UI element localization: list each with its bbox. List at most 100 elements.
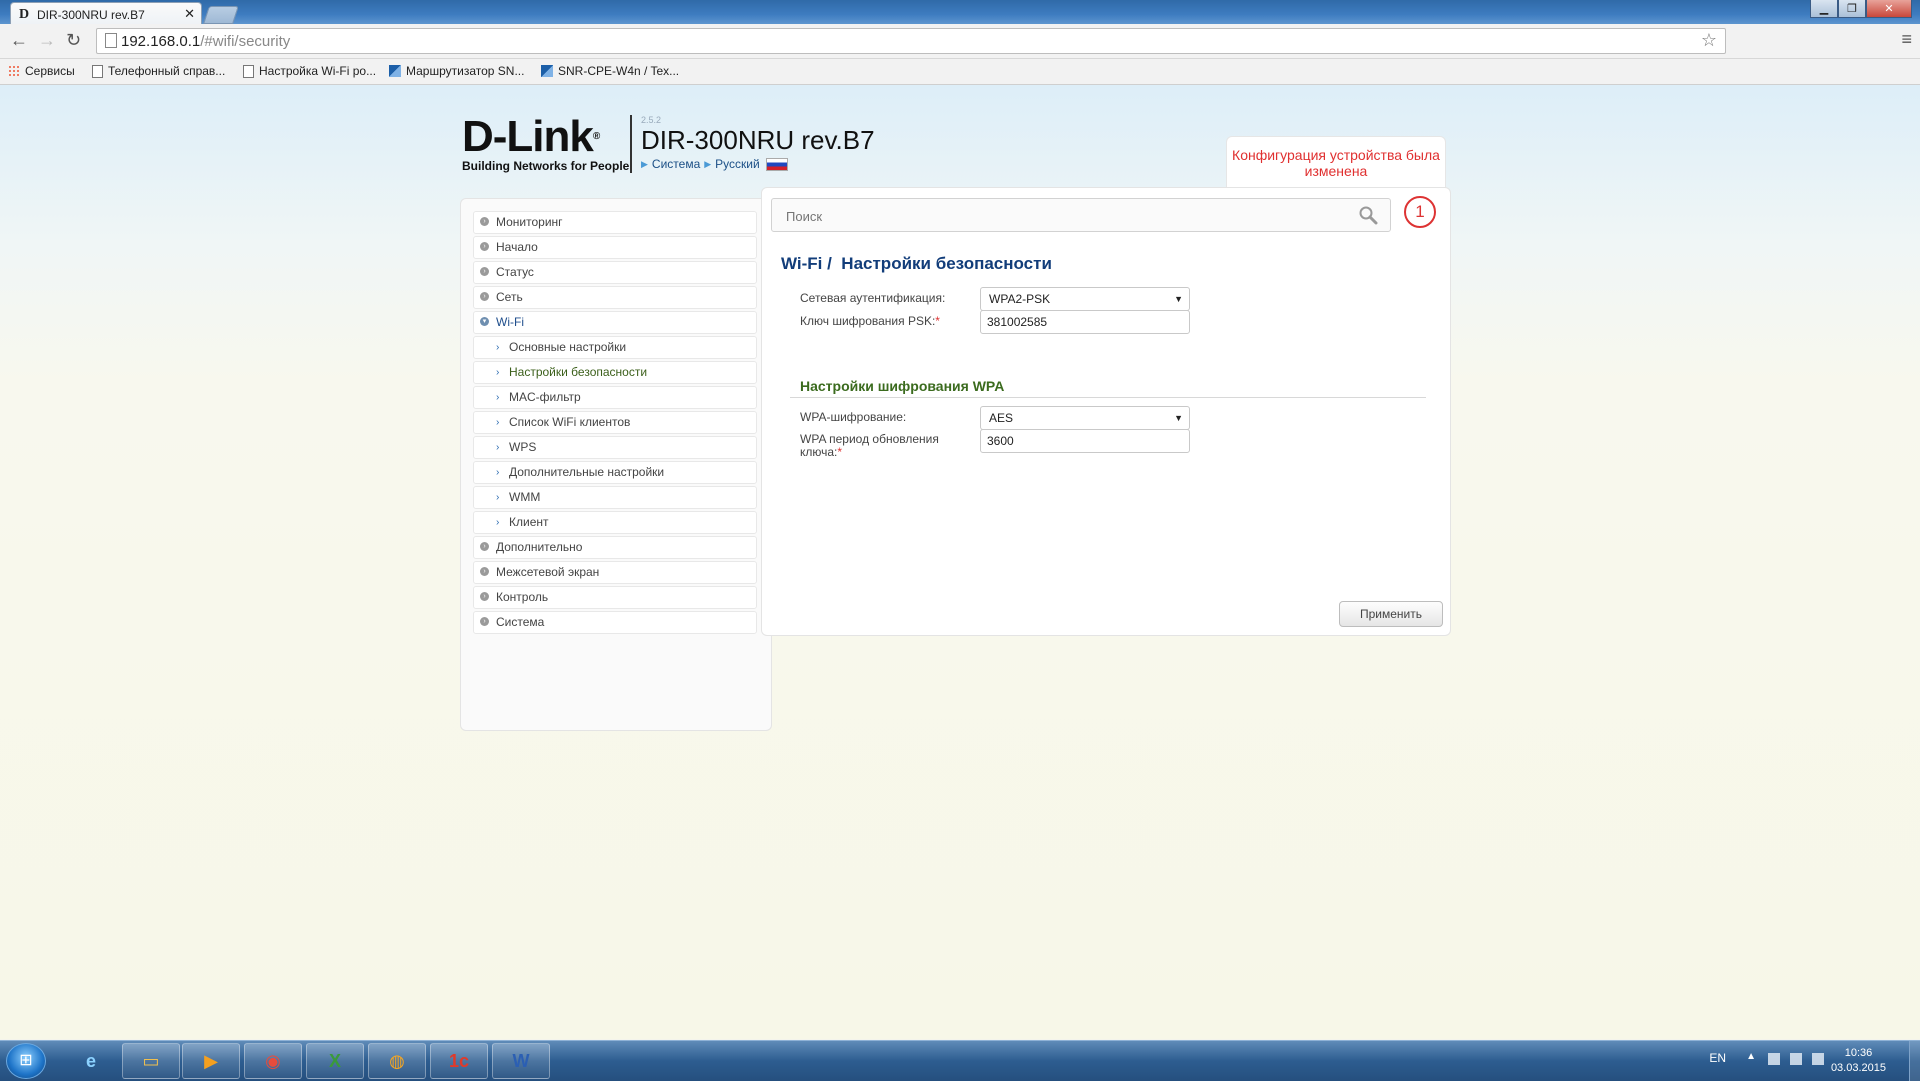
chrome-icon[interactable]: ◉ (244, 1043, 302, 1079)
russian-flag-icon[interactable] (765, 157, 788, 171)
menu-item[interactable]: › Межсетевой экран (473, 561, 757, 584)
header-links: ▶ Система ▶ Русский (641, 157, 875, 171)
auth-label: Сетевая аутентификация: (800, 291, 946, 305)
tab-close-icon[interactable]: ✕ (184, 6, 195, 22)
search-box[interactable] (771, 198, 1391, 233)
submenu-item[interactable]: › WMM (473, 486, 757, 509)
config-changed-notification[interactable]: Конфигурация устройства была изменена (1226, 136, 1446, 188)
menu-item[interactable]: › Статус (473, 261, 757, 284)
chevron-right-icon: › (496, 367, 500, 378)
bookmark-router-snr[interactable]: Маршрутизатор SN... (389, 64, 524, 78)
menu-item[interactable]: ▾ Wi-Fi (473, 311, 757, 334)
menu-item[interactable]: › Система (473, 611, 757, 634)
menu-item[interactable]: › Сеть (473, 286, 757, 309)
maximize-button[interactable]: ❐ (1838, 0, 1866, 18)
bookmark-label: Сервисы (25, 64, 75, 78)
network-icon[interactable] (1790, 1053, 1802, 1065)
menu-item[interactable]: › Контроль (473, 586, 757, 609)
page-title: Wi-Fi / Настройки безопасности (781, 254, 1052, 274)
bookmark-star-icon[interactable]: ☆ (1701, 30, 1717, 51)
tab-title: DIR-300NRU rev.B7 (37, 8, 145, 22)
1c-icon[interactable]: 1c (430, 1043, 488, 1079)
dropdown-arrow-icon: ▼ (1174, 413, 1183, 423)
page-icon (105, 33, 117, 48)
reload-icon[interactable]: ↻ (66, 30, 81, 51)
explorer-icon[interactable]: ▭ (122, 1043, 180, 1079)
wpa-encryption-value: AES (989, 411, 1014, 425)
excel-icon[interactable]: X (306, 1043, 364, 1079)
menu-item-label: Дополнительные настройки (509, 465, 665, 479)
dlink-logo[interactable]: D-Link® Building Networks for People (462, 112, 629, 174)
menu-item-label: Статус (496, 265, 534, 279)
bookmark-services[interactable]: Сервисы (8, 64, 75, 78)
chrome-menu-icon[interactable]: ≡ (1901, 29, 1912, 50)
show-hidden-icons-icon[interactable]: ▲ (1746, 1051, 1756, 1062)
address-bar[interactable]: 192.168.0.1/#wifi/security ☆ (96, 28, 1726, 54)
ie-icon[interactable]: e (62, 1043, 120, 1079)
clock[interactable]: 10:36 03.03.2015 (1831, 1046, 1886, 1076)
wpa-period-label: WPA период обновления ключа:* (800, 432, 939, 459)
flag-icon[interactable] (1768, 1053, 1780, 1065)
search-icon[interactable] (1358, 205, 1378, 225)
bookmark-label: Настройка Wi-Fi ро... (259, 64, 377, 78)
menu-item-label: WPS (509, 440, 537, 454)
chevron-right-icon: › (480, 567, 489, 576)
auth-select-value: WPA2-PSK (989, 292, 1051, 306)
search-input[interactable] (772, 199, 1348, 233)
page-title-section: Wi-Fi / (781, 254, 832, 273)
bookmark-phone-directory[interactable]: Телефонный справ... (92, 64, 225, 78)
menu-item-label: Сеть (496, 290, 523, 304)
chevron-right-icon: › (496, 392, 500, 403)
system-link[interactable]: Система (652, 157, 700, 171)
close-window-button[interactable]: ✕ (1866, 0, 1912, 18)
menu-item-label: Wi-Fi (496, 315, 524, 329)
language-link[interactable]: Русский (715, 157, 760, 171)
submenu-item[interactable]: › Настройки безопасности (473, 361, 757, 384)
wpa-period-input[interactable] (980, 429, 1190, 453)
brand-name: D-Link® (462, 112, 600, 161)
section-divider (790, 397, 1426, 398)
forward-arrow-icon[interactable]: → (38, 30, 56, 51)
browser-tab-active[interactable]: D DIR-300NRU rev.B7 ✕ (10, 2, 202, 25)
new-tab-button[interactable] (203, 6, 239, 24)
bookmark-wifi-setup[interactable]: Настройка Wi-Fi ро... (243, 64, 376, 78)
menu-item[interactable]: › Дополнительно (473, 536, 757, 559)
bookmark-snr-cpe[interactable]: SNR-CPE-W4n / Tex... (541, 64, 679, 78)
chevron-right-icon: › (480, 267, 489, 276)
taskbar: ⊞ e ▭ ▶ ◉ X ◍ 1c W EN ▲ 10:36 03.03.2015 (0, 1040, 1920, 1081)
volume-icon[interactable] (1812, 1053, 1824, 1065)
psk-input[interactable] (980, 310, 1190, 334)
expand-icon: ▾ (480, 317, 489, 326)
media-icon[interactable]: ◍ (368, 1043, 426, 1079)
menu-item-label: Контроль (496, 590, 549, 604)
minimize-button[interactable]: ▁ (1810, 0, 1838, 18)
chevron-right-icon: › (480, 292, 489, 301)
submenu-item[interactable]: › WPS (473, 436, 757, 459)
submenu-item[interactable]: › Клиент (473, 511, 757, 534)
menu-item[interactable]: › Начало (473, 236, 757, 259)
menu-item-label: MAC-фильтр (509, 390, 581, 404)
submenu-item[interactable]: › Список WiFi клиентов (473, 411, 757, 434)
submenu-item[interactable]: › Дополнительные настройки (473, 461, 757, 484)
menu-item[interactable]: › Мониторинг (473, 211, 757, 234)
start-button[interactable]: ⊞ (6, 1043, 46, 1079)
bookmark-label: Телефонный справ... (108, 64, 226, 78)
auth-select[interactable]: WPA2-PSK ▼ (980, 287, 1190, 311)
wpa-encryption-select[interactable]: AES ▼ (980, 406, 1190, 430)
clock-time: 10:36 (1844, 1047, 1873, 1059)
triangle-right-icon: ▶ (704, 158, 712, 169)
notification-count-badge[interactable]: 1 (1404, 196, 1436, 228)
language-indicator[interactable]: EN (1709, 1051, 1726, 1065)
word-icon[interactable]: W (492, 1043, 550, 1079)
clock-date: 03.03.2015 (1830, 1062, 1886, 1074)
triangle-right-icon: ▶ (641, 158, 648, 169)
apply-button[interactable]: Применить (1339, 601, 1443, 627)
media-player-icon[interactable]: ▶ (182, 1043, 240, 1079)
back-arrow-icon[interactable]: ← (10, 30, 28, 51)
apps-icon (8, 65, 20, 77)
submenu-item[interactable]: › Основные настройки (473, 336, 757, 359)
logo-divider (630, 115, 632, 173)
submenu-item[interactable]: › MAC-фильтр (473, 386, 757, 409)
menu-item-label: Начало (496, 240, 538, 254)
show-desktop-button[interactable] (1909, 1041, 1920, 1081)
